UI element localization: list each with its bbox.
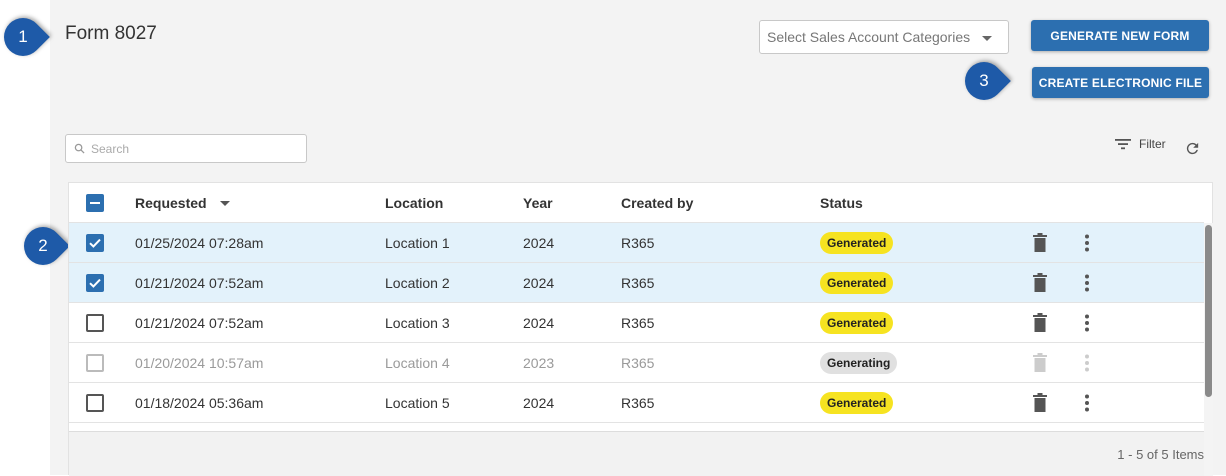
cell-created-by: R365: [621, 275, 655, 291]
trash-icon[interactable]: [1032, 393, 1048, 412]
cell-requested: 01/20/2024 10:57am: [135, 355, 264, 371]
status-badge: Generating: [820, 352, 898, 374]
search-box[interactable]: [65, 134, 307, 163]
row-checkbox[interactable]: [86, 314, 104, 332]
cell-location: Location 5: [385, 395, 450, 411]
forms-table: Requested Location Year Created by Statu…: [68, 182, 1213, 476]
cell-requested: 01/21/2024 07:52am: [135, 275, 264, 291]
search-input[interactable]: [91, 141, 291, 156]
col-requested-label: Requested: [135, 195, 207, 211]
sales-category-select[interactable]: Select Sales Account Categories: [759, 20, 1009, 54]
row-checkbox: [86, 354, 104, 372]
generate-new-form-button[interactable]: GENERATE NEW FORM: [1031, 20, 1209, 51]
chevron-down-icon: [982, 36, 992, 41]
row-checkbox[interactable]: [86, 274, 104, 292]
table-footer: 1 - 5 of 5 Items: [69, 431, 1204, 476]
cell-location: Location 1: [385, 235, 450, 251]
cell-year: 2024: [523, 395, 555, 411]
cell-requested: 01/18/2024 05:36am: [135, 395, 264, 411]
table-row[interactable]: 01/21/2024 07:52am Location 3 2024 R365 …: [69, 303, 1204, 343]
table-row[interactable]: 01/25/2024 07:28am Location 1 2024 R365 …: [69, 223, 1204, 263]
scrollbar-thumb[interactable]: [1205, 225, 1212, 397]
table-row: 01/20/2024 10:57am Location 4 2023 R365 …: [69, 343, 1204, 383]
status-badge: Generated: [820, 232, 894, 254]
row-checkbox[interactable]: [86, 234, 104, 252]
more-vertical-icon[interactable]: [1084, 394, 1090, 412]
cell-location: Location 4: [385, 355, 450, 371]
more-vertical-icon[interactable]: [1084, 314, 1090, 332]
status-badge: Generated: [820, 312, 894, 334]
cell-year: 2024: [523, 275, 555, 291]
minus-icon: [90, 202, 100, 204]
cell-year: 2023: [523, 355, 555, 371]
callout-1: 1: [0, 10, 50, 64]
trash-icon[interactable]: [1032, 233, 1048, 252]
col-requested[interactable]: Requested: [135, 195, 231, 211]
cell-year: 2024: [523, 315, 555, 331]
select-placeholder: Select Sales Account Categories: [767, 29, 971, 45]
trash-icon[interactable]: [1032, 273, 1048, 292]
vertical-scrollbar[interactable]: [1204, 223, 1213, 476]
table-row[interactable]: 01/18/2024 05:36am Location 5 2024 R365 …: [69, 383, 1204, 423]
col-location[interactable]: Location: [385, 195, 443, 211]
status-badge: Generated: [820, 392, 894, 414]
more-vertical-icon[interactable]: [1084, 234, 1090, 252]
check-icon: [89, 278, 101, 288]
select-all-checkbox[interactable]: [86, 194, 104, 212]
cell-created-by: R365: [621, 235, 655, 251]
cell-created-by: R365: [621, 315, 655, 331]
search-icon: [74, 143, 85, 154]
cell-requested: 01/25/2024 07:28am: [135, 235, 264, 251]
table-header: Requested Location Year Created by Statu…: [69, 183, 1204, 223]
filter-button[interactable]: Filter: [1115, 137, 1166, 151]
cell-requested: 01/21/2024 07:52am: [135, 315, 264, 331]
filter-icon: [1115, 139, 1131, 150]
callout-2: 2: [16, 219, 70, 273]
create-electronic-file-button[interactable]: CREATE ELECTRONIC FILE: [1032, 67, 1209, 98]
table-row[interactable]: 01/21/2024 07:52am Location 2 2024 R365 …: [69, 263, 1204, 303]
more-vertical-icon: [1085, 354, 1089, 372]
cell-location: Location 3: [385, 315, 450, 331]
filter-label: Filter: [1139, 137, 1166, 151]
status-badge: Generated: [820, 272, 894, 294]
cell-year: 2024: [523, 235, 555, 251]
trash-icon: [1033, 353, 1047, 372]
more-vertical-icon[interactable]: [1084, 274, 1090, 292]
page-title: Form 8027: [65, 23, 157, 44]
cell-created-by: R365: [621, 395, 655, 411]
cell-created-by: R365: [621, 355, 655, 371]
trash-icon[interactable]: [1032, 313, 1048, 332]
col-status[interactable]: Status: [820, 195, 863, 211]
col-created-by[interactable]: Created by: [621, 195, 693, 211]
col-year[interactable]: Year: [523, 195, 553, 211]
check-icon: [89, 238, 101, 248]
cell-location: Location 2: [385, 275, 450, 291]
pager-info: 1 - 5 of 5 Items: [1117, 447, 1204, 462]
row-checkbox[interactable]: [86, 394, 104, 412]
refresh-icon[interactable]: [1184, 140, 1201, 157]
sort-down-icon: [220, 201, 231, 207]
callout-3: 3: [957, 54, 1011, 108]
